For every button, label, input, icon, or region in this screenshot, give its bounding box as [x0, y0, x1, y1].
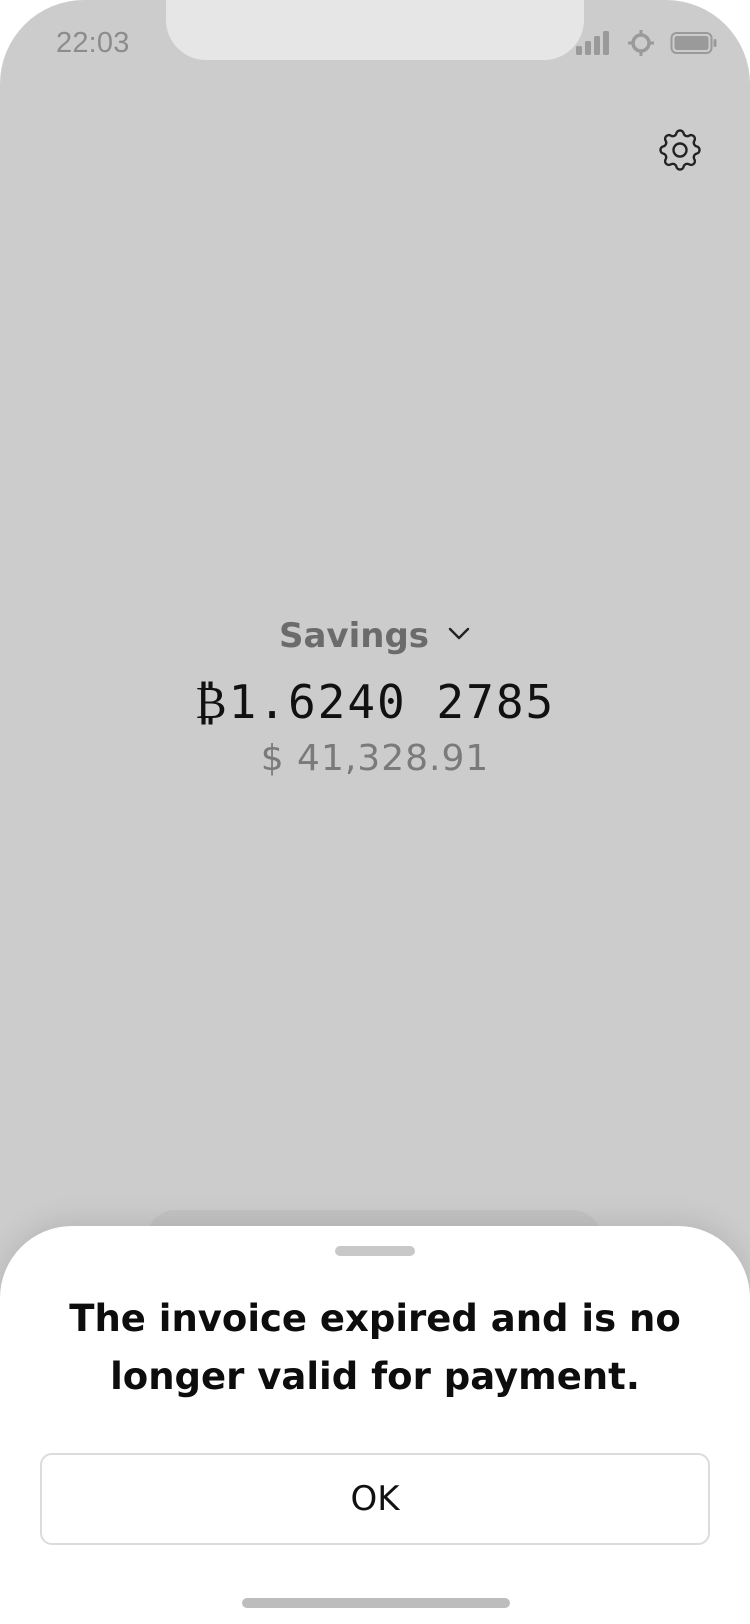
balance-section: Savings ₿1.6240 2785 $ 41,328.91 — [0, 610, 750, 782]
network-node-icon — [626, 28, 656, 63]
home-indicator — [242, 1598, 510, 1608]
wallet-name: Savings — [278, 616, 430, 656]
wallet-selector[interactable]: Savings — [279, 610, 471, 662]
chevron-down-icon — [447, 626, 471, 647]
status-time: 22:03 — [56, 27, 130, 59]
device-notch — [166, 0, 584, 60]
battery-icon — [670, 31, 718, 60]
invoice-expired-message: The invoice expired and is no longer val… — [69, 1297, 681, 1398]
sheet-grabber[interactable] — [335, 1246, 415, 1256]
bottom-sheet: The invoice expired and is no longer val… — [0, 1226, 750, 1624]
fiat-balance: $ 41,328.91 — [260, 738, 490, 779]
phone-screen: 22:03 Savings ₿1.6240 2785 $ 41,328.91 T… — [0, 0, 750, 1624]
btc-balance: ₿1.6240 2785 — [194, 675, 556, 729]
ok-button[interactable]: OK — [40, 1453, 710, 1545]
gear-icon — [654, 124, 706, 181]
status-icons — [576, 28, 718, 63]
cellular-signal-icon — [576, 30, 612, 60]
settings-button[interactable] — [652, 124, 708, 180]
